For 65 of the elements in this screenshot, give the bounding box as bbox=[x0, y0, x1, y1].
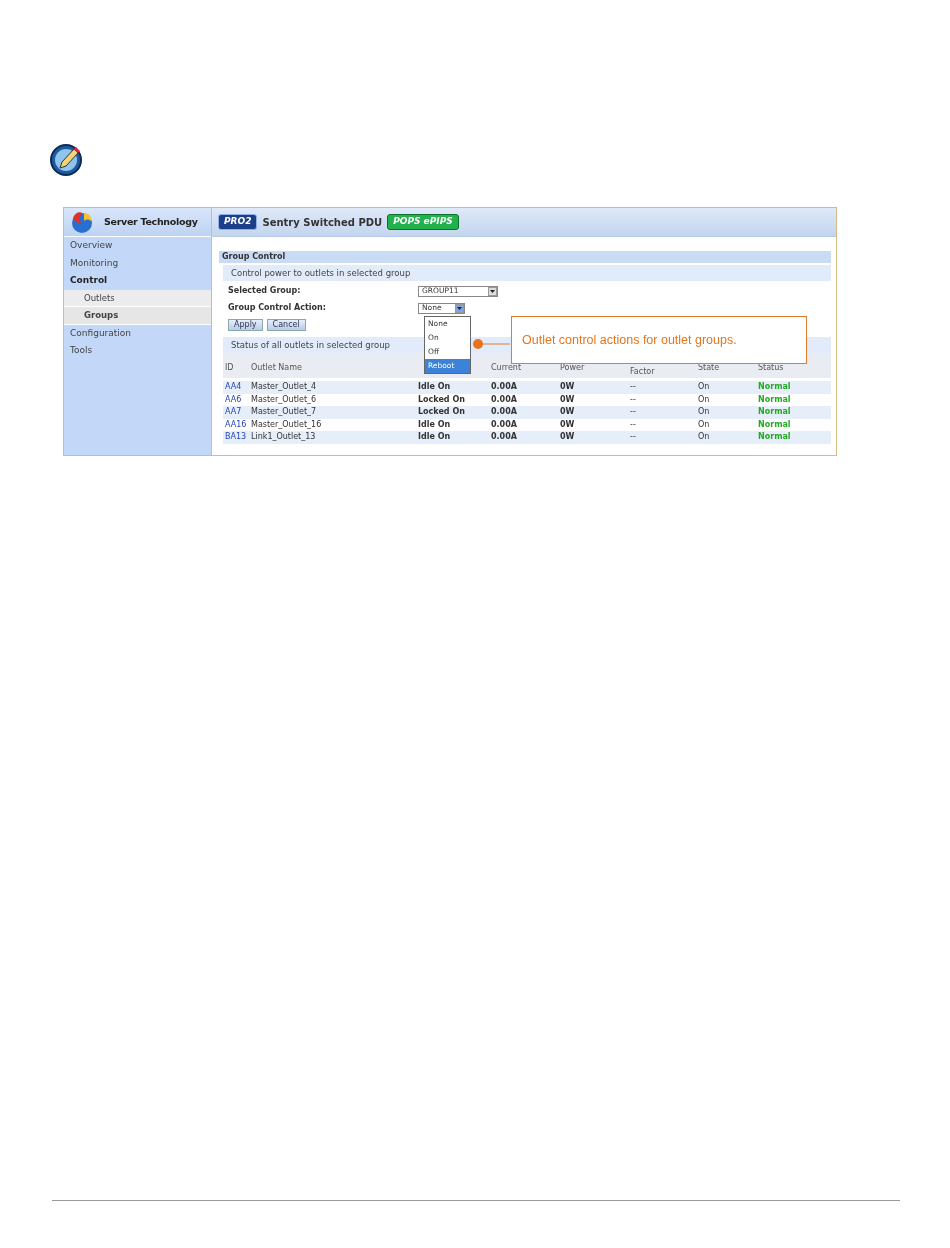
table-cell: 0.00A bbox=[489, 431, 558, 444]
outlet-id-link[interactable]: AA6 bbox=[223, 393, 249, 406]
product-badge: PRO2 bbox=[218, 214, 258, 230]
table-cell-text: On bbox=[697, 418, 711, 431]
callout-box: Outlet control actions for outlet groups. bbox=[511, 316, 807, 364]
table-cell-text: Locked On bbox=[417, 393, 466, 406]
field-label: Group Control Action: bbox=[228, 302, 327, 314]
edition-badge: POPS ePIPS bbox=[387, 214, 459, 230]
table-cell-text: -- bbox=[629, 393, 637, 406]
sidebar-item[interactable]: Control bbox=[64, 272, 211, 290]
sidebar-item[interactable]: Monitoring bbox=[64, 254, 211, 272]
caret-icon[interactable] bbox=[455, 303, 464, 313]
leader-line bbox=[472, 338, 510, 350]
table-cell-text: 0W bbox=[559, 418, 576, 431]
outlet-id-link[interactable]: AA16 bbox=[223, 418, 249, 431]
table-cell: Locked On bbox=[416, 406, 489, 419]
pencil-note-icon bbox=[48, 142, 84, 178]
table-cell-text: 0.00A bbox=[490, 393, 518, 406]
table-cell-text: Master_Outlet_16 bbox=[250, 418, 323, 431]
table-cell: Master_Outlet_7 bbox=[249, 406, 416, 419]
caret-icon[interactable] bbox=[488, 286, 497, 296]
outlet-id-link[interactable]: BA13 bbox=[223, 431, 249, 444]
table-cell-text: On bbox=[697, 393, 711, 406]
form-button[interactable]: Apply bbox=[228, 319, 263, 331]
table-cell: -- bbox=[628, 406, 696, 419]
sidebar-item[interactable]: Tools bbox=[64, 342, 211, 360]
table-cell: On bbox=[696, 431, 756, 444]
sidebar-subitem[interactable]: Groups bbox=[64, 307, 211, 325]
table-cell: Link1_Outlet_13 bbox=[249, 431, 416, 444]
table-cell: -- bbox=[628, 381, 696, 394]
table-cell-text: Normal bbox=[757, 418, 792, 431]
table-cell-text: Master_Outlet_6 bbox=[250, 393, 318, 406]
table-cell: Idle On bbox=[416, 431, 489, 444]
table-cell-text: 0.00A bbox=[490, 418, 518, 431]
logo-icon bbox=[70, 210, 94, 234]
table-cell-text: -- bbox=[629, 418, 637, 431]
outlet-id-link[interactable]: AA7 bbox=[223, 406, 249, 419]
table-cell-text: Normal bbox=[757, 393, 792, 406]
sidebar-item[interactable]: Overview bbox=[64, 237, 211, 255]
table-cell: 0W bbox=[558, 381, 628, 394]
column-header: Outlet Name bbox=[249, 353, 416, 378]
table-cell: On bbox=[696, 406, 756, 419]
app-title: Sentry Switched PDU bbox=[262, 215, 383, 230]
sidebar-subitem[interactable]: Outlets bbox=[64, 289, 211, 307]
table-cell: 0W bbox=[558, 431, 628, 444]
table-cell: Idle On bbox=[416, 381, 489, 394]
outlet-id-link[interactable]: AA4 bbox=[223, 381, 249, 394]
brand-name: Server Technology bbox=[104, 214, 198, 229]
table-cell: 0W bbox=[558, 406, 628, 419]
column-header: ID bbox=[223, 353, 249, 378]
table-cell: Master_Outlet_4 bbox=[249, 381, 416, 394]
table-cell-text: 0W bbox=[559, 393, 576, 406]
table-cell: Normal bbox=[756, 431, 831, 444]
form-button[interactable]: Cancel bbox=[266, 319, 306, 331]
table-cell: Normal bbox=[756, 381, 831, 394]
section-title: Group Control bbox=[219, 251, 831, 263]
section-description: Control power to outlets in selected group bbox=[223, 265, 831, 281]
table-cell: -- bbox=[628, 431, 696, 444]
table-cell: Normal bbox=[756, 406, 831, 419]
sidebar-item[interactable]: Configuration bbox=[64, 324, 211, 342]
table-cell: On bbox=[696, 381, 756, 394]
table-cell: 0.00A bbox=[489, 381, 558, 394]
table-cell: 0.00A bbox=[489, 406, 558, 419]
table-cell-text: Idle On bbox=[417, 418, 452, 431]
field-label: Selected Group: bbox=[228, 285, 302, 297]
